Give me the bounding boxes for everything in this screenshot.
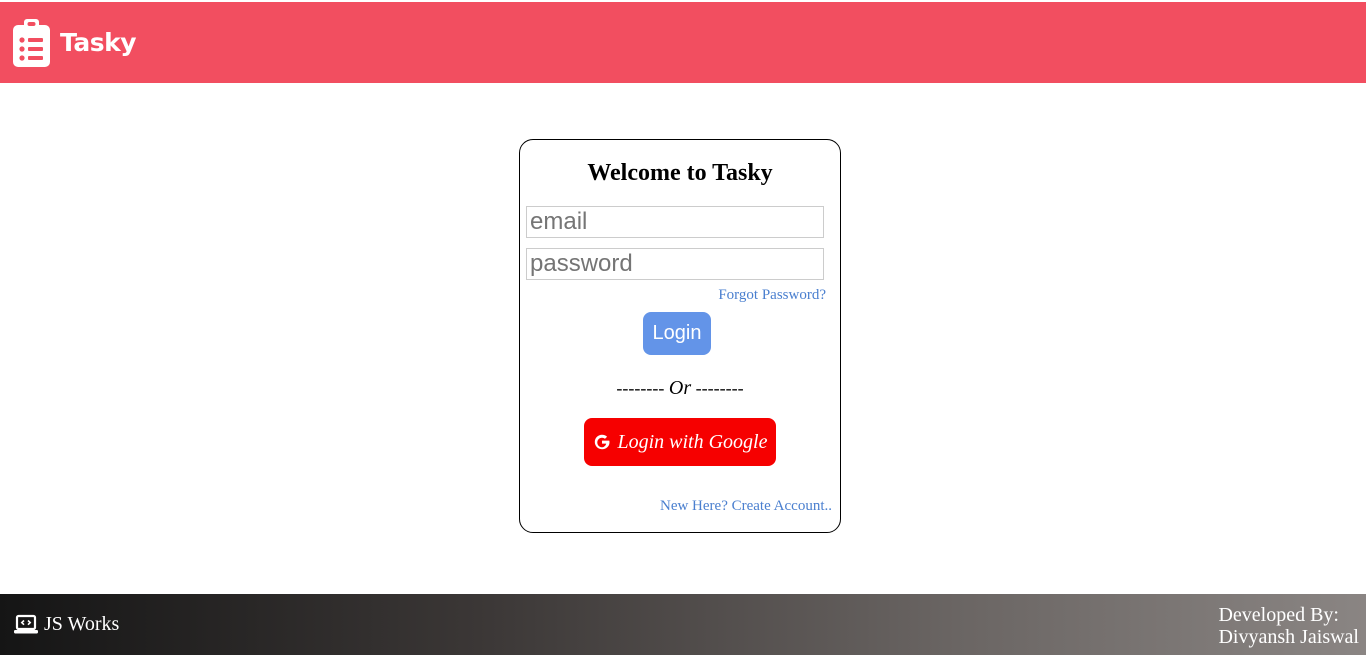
laptop-code-icon bbox=[14, 614, 38, 633]
password-field[interactable] bbox=[526, 248, 824, 280]
google-g-icon bbox=[595, 434, 610, 450]
developed-by-label: Developed By: bbox=[1218, 604, 1339, 626]
clipboard-list-icon bbox=[13, 18, 50, 67]
create-account-link[interactable]: New Here? Create Account.. bbox=[660, 498, 832, 515]
email-field[interactable] bbox=[526, 206, 824, 238]
login-card: Welcome to Tasky Forgot Password? Login … bbox=[519, 139, 841, 533]
divider-or: Or bbox=[668, 377, 692, 399]
google-login-button[interactable]: Login with Google bbox=[584, 418, 776, 466]
google-login-label: Login with Google bbox=[617, 430, 768, 453]
or-divider: -------- Or -------- bbox=[520, 377, 840, 400]
developer-name: Divyansh Jaiswal bbox=[1218, 626, 1359, 648]
navbar: Tasky bbox=[0, 2, 1366, 83]
app-title[interactable]: Tasky bbox=[60, 28, 137, 57]
login-title: Welcome to Tasky bbox=[587, 160, 773, 186]
login-button[interactable]: Login bbox=[643, 312, 711, 355]
divider-left: -------- bbox=[616, 378, 669, 398]
divider-right: -------- bbox=[691, 378, 744, 398]
footer-credits: Developed By: Divyansh Jaiswal bbox=[1218, 604, 1359, 648]
forgot-password-link[interactable]: Forgot Password? bbox=[718, 287, 826, 304]
footer-brand: JS Works bbox=[14, 613, 119, 636]
footer-brand-label: JS Works bbox=[44, 613, 120, 635]
footer: JS Works Developed By: Divyansh Jaiswal bbox=[0, 594, 1366, 655]
